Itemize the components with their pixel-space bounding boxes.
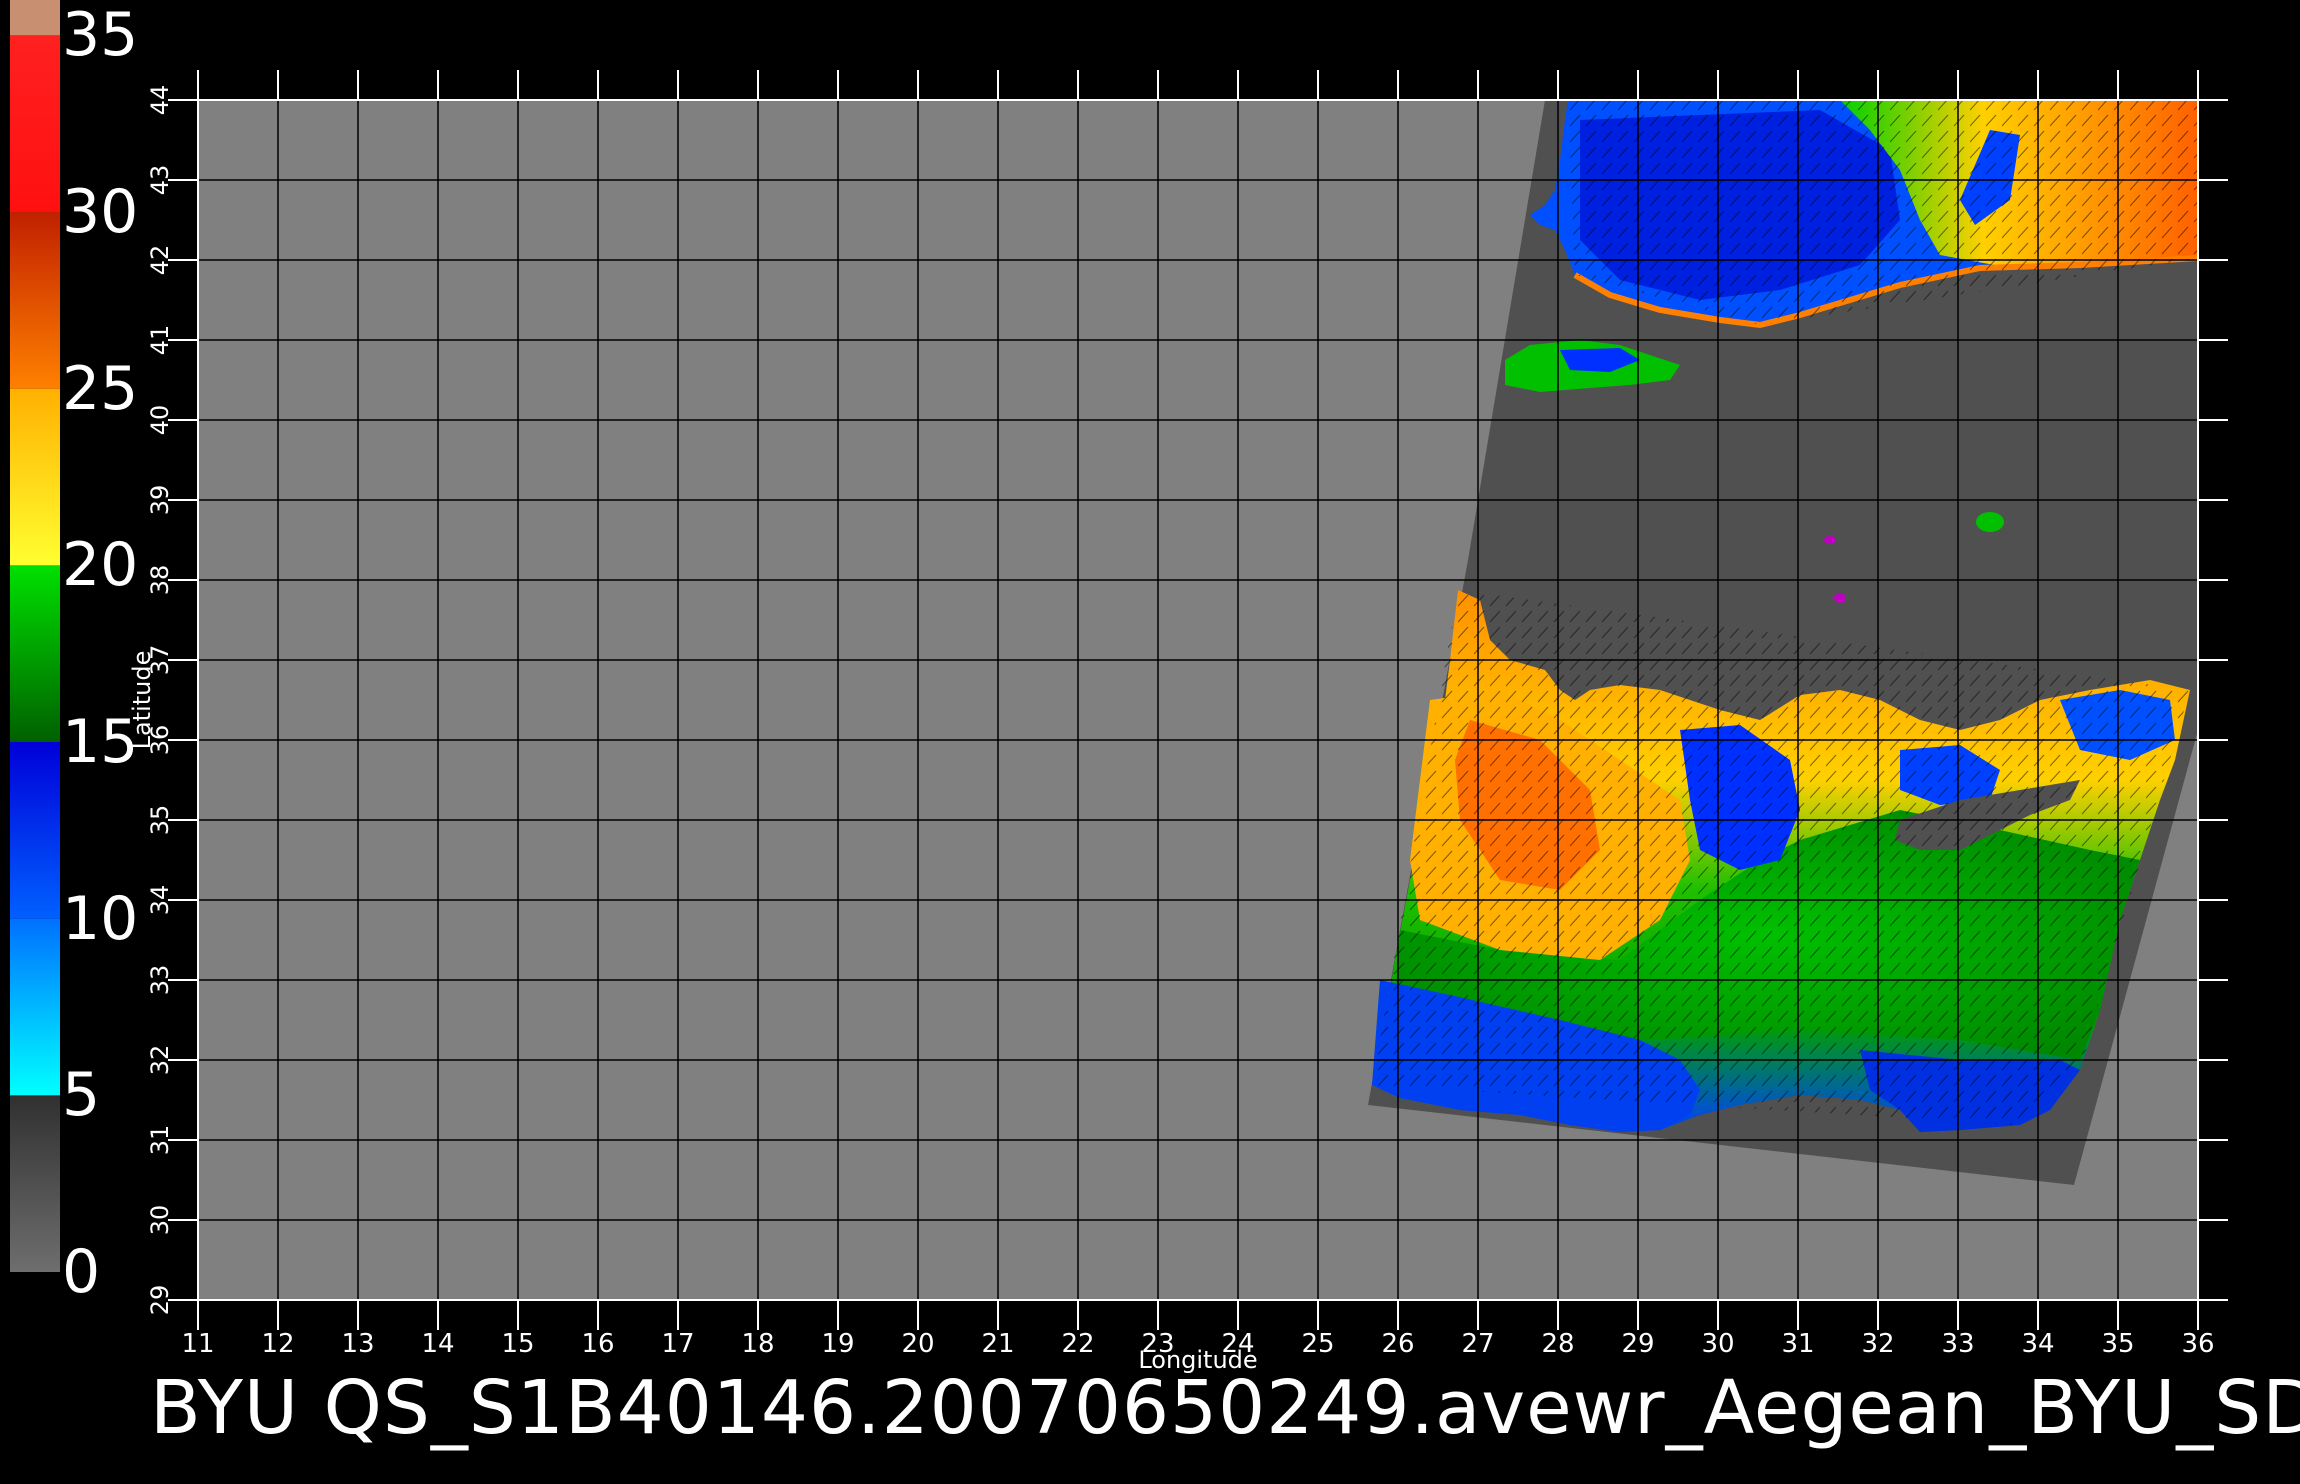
- longitude-tick-label: 27: [1461, 1329, 1494, 1359]
- colorbar-segment: [10, 742, 60, 919]
- longitude-tick-label: 19: [821, 1329, 854, 1359]
- lake-patch-2: [1824, 536, 1836, 544]
- lake-patch-3: [1834, 593, 1846, 603]
- colorbar-segment: [10, 918, 60, 1096]
- colorbar: [10, 0, 60, 1272]
- longitude-tick-label: 28: [1541, 1329, 1574, 1359]
- latitude-tick-label: 41: [146, 325, 174, 356]
- longitude-tick-label: 33: [1941, 1329, 1974, 1359]
- latitude-tick-label: 32: [146, 1045, 174, 1076]
- colorbar-segment: [10, 388, 60, 566]
- latitude-tick-label: 31: [146, 1125, 174, 1156]
- colorbar-label: 15: [62, 707, 139, 777]
- colorbar-label: 25: [62, 353, 139, 424]
- lake-patch-1: [1976, 512, 2004, 532]
- colorbar-label: 35: [62, 0, 139, 71]
- longitude-tick-label: 16: [581, 1329, 614, 1359]
- colorbar-segment: [10, 565, 60, 742]
- latitude-tick-label: 29: [146, 1285, 174, 1316]
- colorbar-label: 30: [62, 177, 139, 247]
- longitude-tick-label: 29: [1621, 1329, 1654, 1359]
- colorbar-segment: [10, 1095, 60, 1272]
- longitude-tick-label: 21: [981, 1329, 1014, 1359]
- longitude-tick-label: 13: [341, 1329, 374, 1359]
- colorbar-segment: [10, 0, 60, 36]
- longitude-tick-label: 35: [2101, 1329, 2134, 1359]
- longitude-tick-label: 20: [901, 1329, 934, 1359]
- longitude-tick-label: 32: [1861, 1329, 1894, 1359]
- longitude-tick-label: 12: [261, 1329, 294, 1359]
- longitude-tick-label: 34: [2021, 1329, 2054, 1359]
- colorbar-label: 0: [62, 1237, 101, 1307]
- longitude-tick-label: 14: [421, 1329, 454, 1359]
- latitude-tick-label: 34: [146, 885, 174, 916]
- image-caption: BYU QS_S1B40146.20070650249.avewr_Aegean…: [150, 1365, 2300, 1451]
- longitude-tick-label: 11: [181, 1329, 214, 1359]
- longitude-tick-label: 25: [1301, 1329, 1334, 1359]
- colorbar-label: 20: [62, 530, 139, 601]
- map-figure: 11 12 13 14 15 16 17 18 19 20 21 22 23 24 25 26 27 28 29 30…: [10, 0, 2228, 1374]
- longitude-tick-label: 36: [2181, 1329, 2214, 1359]
- latitude-tick-label: 35: [146, 805, 174, 836]
- longitude-tick-label: 31: [1781, 1329, 1814, 1359]
- latitude-tick-label: 43: [146, 165, 174, 196]
- latitude-tick-label: 42: [146, 245, 174, 276]
- latitude-tick-label: 38: [146, 565, 174, 596]
- latitude-tick-label: 33: [146, 965, 174, 996]
- wind-speed-map: 11 12 13 14 15 16 17 18 19 20 21 22 23 24 25 26 27 28 29 30…: [0, 0, 2300, 1480]
- longitude-tick-label: 30: [1701, 1329, 1734, 1359]
- latitude-tick-label: 39: [146, 485, 174, 516]
- longitude-tick-label: 22: [1061, 1329, 1094, 1359]
- colorbar-label: 5: [62, 1060, 101, 1131]
- longitude-tick-label: 15: [501, 1329, 534, 1359]
- latitude-tick-label: 30: [146, 1205, 174, 1236]
- latitude-tick-label: 44: [146, 85, 174, 116]
- colorbar-segment: [10, 35, 60, 213]
- longitude-tick-label: 18: [741, 1329, 774, 1359]
- latitude-tick-label: 40: [146, 405, 174, 436]
- colorbar-label: 10: [62, 883, 139, 954]
- colorbar-segment: [10, 212, 60, 389]
- longitude-tick-label: 26: [1381, 1329, 1414, 1359]
- longitude-tick-label: 17: [661, 1329, 694, 1359]
